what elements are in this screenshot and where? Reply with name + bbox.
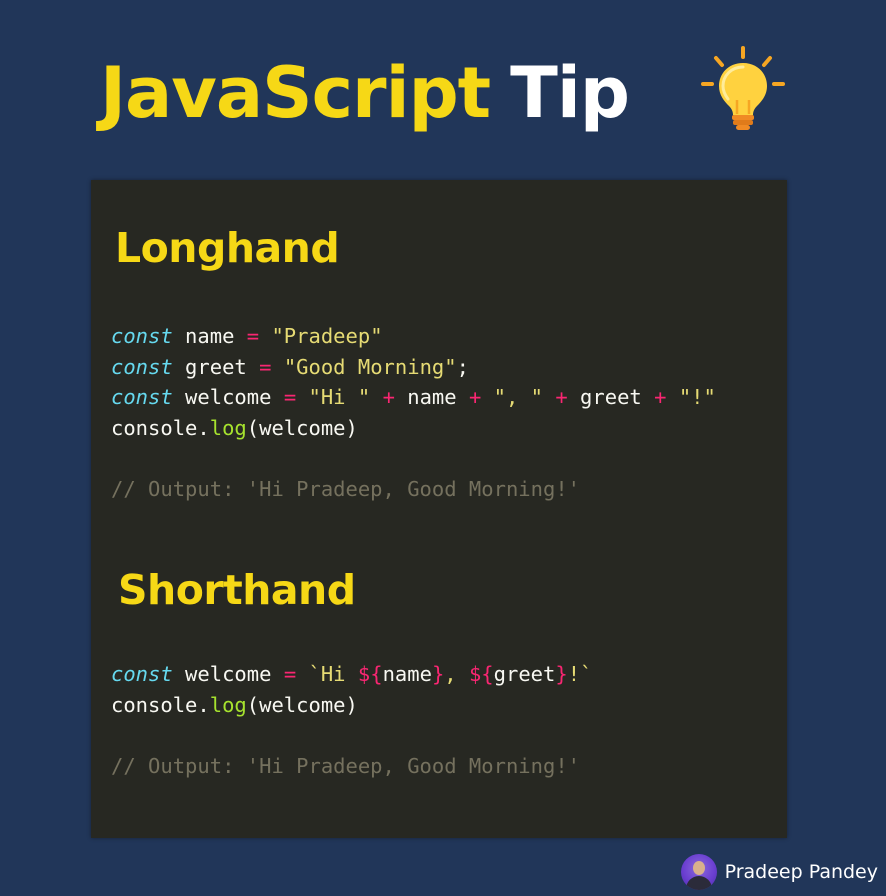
code-line: const name = "Pradeep" (111, 324, 383, 348)
code-card: Longhand const name = "Pradeep" const gre… (91, 180, 787, 838)
code-line: const welcome = "Hi " + name + ", " + gr… (111, 385, 716, 410)
page-title: JavaScript Tip (100, 48, 630, 138)
author-name: Pradeep Pandey (724, 861, 878, 883)
code-line: const greet = "Good Morning"; (111, 354, 469, 379)
shorthand-heading: Shorthand (118, 566, 356, 614)
avatar-icon (680, 854, 717, 890)
lightbulb-icon (701, 46, 785, 130)
code-line: console.log(welcome) (111, 416, 358, 441)
code-line: console.log(welcome) (111, 692, 358, 717)
shorthand-code-block: const welcome = `Hi ${name}, ${greet}!` c… (111, 659, 592, 782)
title-javascript: JavaScript (100, 52, 491, 134)
longhand-code-block: const name = "Pradeep" const greet = "Goo… (111, 321, 716, 505)
title-tip: Tip (510, 52, 630, 134)
code-line: const welcome = `Hi ${name}, ${greet}!` (111, 662, 593, 686)
code-line: // Output: 'Hi Pradeep, Good Morning!' (111, 477, 580, 502)
code-line: // Output: 'Hi Pradeep, Good Morning!' (111, 754, 580, 779)
author-credit: Pradeep Pandey (680, 854, 878, 890)
longhand-heading: Longhand (115, 224, 340, 272)
